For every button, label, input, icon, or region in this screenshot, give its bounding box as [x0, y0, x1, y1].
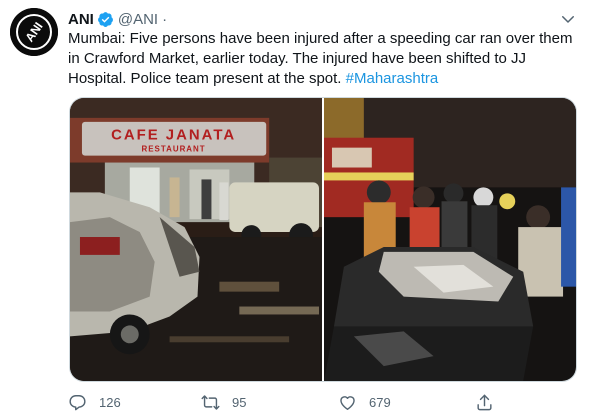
reply-button[interactable]: 126 [68, 393, 121, 412]
retweet-icon [201, 395, 220, 410]
tweet-media: CAFE JANATA RESTAURANT [69, 97, 577, 382]
tweet-card[interactable]: ANI ANI @ANI · Mumbai: Five persons have… [0, 0, 591, 415]
photo-crash-crowd[interactable] [324, 98, 576, 381]
share-button[interactable] [475, 393, 494, 412]
retweet-count: 95 [232, 395, 247, 410]
avatar[interactable]: ANI [10, 8, 58, 56]
hashtag-link[interactable]: #Maharashtra [346, 70, 439, 87]
restaurant-sign: RESTAURANT [142, 145, 206, 154]
like-icon [340, 396, 355, 410]
tweet-actions: 126 95 679 [68, 393, 578, 413]
tweet-text: Mumbai: Five persons have been injured a… [68, 29, 580, 89]
tweet-body: Mumbai: Five persons have been injured a… [68, 30, 573, 87]
cafe-sign: CAFE JANATA [111, 128, 236, 144]
ani-logo-icon: ANI [10, 8, 58, 56]
reply-icon [69, 395, 86, 411]
share-icon [477, 394, 492, 411]
like-button[interactable]: 679 [338, 393, 391, 412]
tweet-header: ANI @ANI · [68, 9, 167, 29]
reply-count: 126 [99, 395, 121, 410]
like-count: 679 [369, 395, 391, 410]
author-name[interactable]: ANI [68, 11, 94, 28]
separator-dot: · [162, 10, 168, 28]
photo-crash-cafe-janata[interactable]: CAFE JANATA RESTAURANT [70, 98, 322, 381]
verified-badge-icon [97, 11, 114, 28]
author-handle[interactable]: @ANI [118, 11, 158, 28]
chevron-down-icon[interactable] [559, 10, 577, 28]
retweet-button[interactable]: 95 [201, 393, 246, 412]
